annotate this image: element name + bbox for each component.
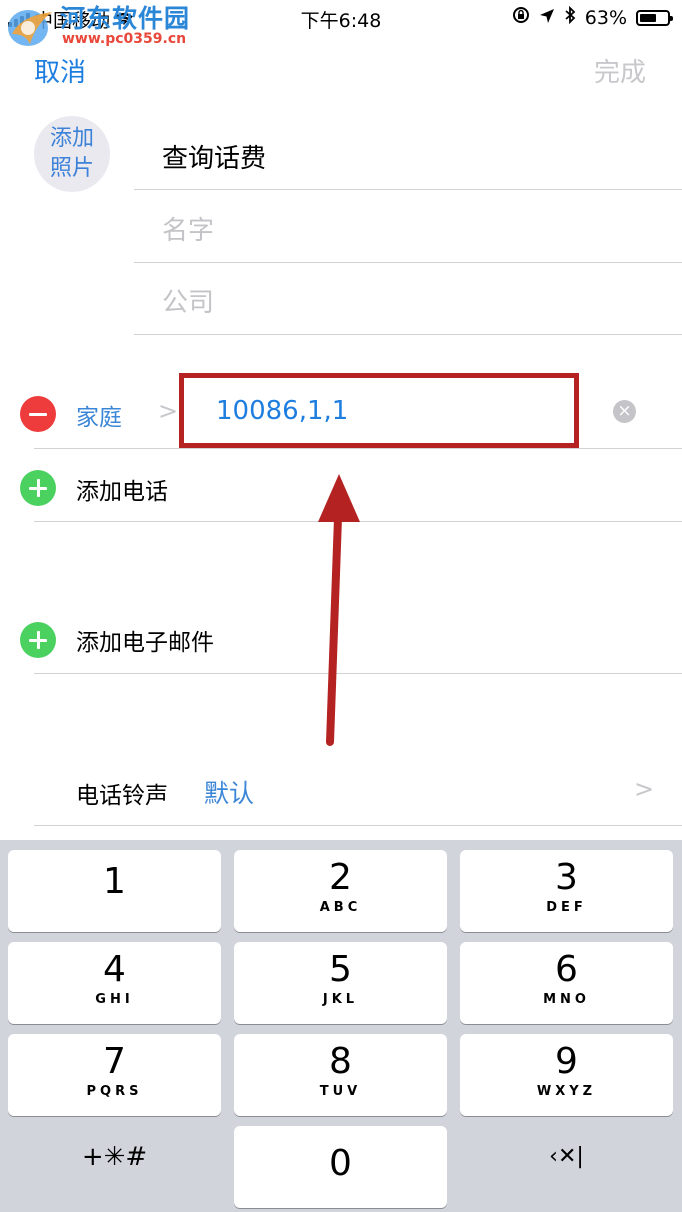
key-digit: 4	[103, 949, 126, 990]
annotation-highlight-box	[179, 373, 579, 448]
key-digit: 0	[329, 1143, 352, 1184]
numeric-keypad: +✳# ‹✕| 1 2 ABC 3 DEF 4 GHI 5 JKL 6 MNO 7 PQRS 8 TUV 9 W…	[0, 840, 682, 1212]
annotation-arrow-icon	[318, 474, 360, 746]
cancel-button[interactable]: 取消	[34, 52, 86, 89]
watermark-name: 河东软件园	[60, 3, 191, 33]
key-letters: DEF	[546, 900, 587, 915]
key-7[interactable]: 7 PQRS	[8, 1034, 221, 1116]
add-photo-button[interactable]: 添加 照片	[34, 116, 110, 192]
key-digit: 2	[329, 857, 352, 898]
add-photo-line1: 添加	[49, 126, 94, 152]
watermark-url: www.pc0359.cn	[62, 31, 187, 48]
key-9[interactable]: 9 WXYZ	[460, 1034, 673, 1116]
ringtone-value[interactable]: 默认	[204, 774, 254, 810]
divider	[134, 189, 682, 190]
divider	[34, 825, 682, 826]
divider	[134, 334, 682, 335]
key-digit: 1	[103, 861, 126, 902]
bluetooth-icon	[564, 5, 576, 29]
key-8[interactable]: 8 TUV	[234, 1034, 447, 1116]
add-phone-row[interactable]: 添加电话	[76, 472, 168, 506]
key-1[interactable]: 1	[8, 850, 221, 932]
add-email-icon[interactable]	[20, 622, 56, 658]
key-digit: 8	[329, 1041, 352, 1082]
key-letters: MNO	[543, 992, 590, 1007]
phone-label[interactable]: 家庭	[76, 398, 122, 432]
ringtone-label[interactable]: 电话铃声	[76, 776, 168, 810]
delete-phone-button[interactable]	[20, 396, 56, 432]
key-2[interactable]: 2 ABC	[234, 850, 447, 932]
company-field[interactable]: 公司	[162, 282, 214, 319]
key-5[interactable]: 5 JKL	[234, 942, 447, 1024]
key-digit: 7	[103, 1041, 126, 1082]
key-letters: TUV	[319, 1084, 362, 1099]
delete-key-icon[interactable]: ‹✕|	[460, 1116, 673, 1198]
key-letters: JKL	[322, 992, 359, 1007]
clear-text-icon[interactable]: ×	[613, 400, 636, 423]
chevron-right-icon: >	[158, 397, 179, 425]
add-email-row[interactable]: 添加电子邮件	[76, 623, 214, 657]
first-name-field[interactable]: 名字	[162, 210, 214, 247]
surname-field[interactable]: 查询话费	[162, 138, 266, 175]
key-letters: WXYZ	[536, 1084, 597, 1099]
key-digit: 5	[329, 949, 352, 990]
key-3[interactable]: 3 DEF	[460, 850, 673, 932]
key-letters: GHI	[95, 992, 134, 1007]
key-digit: 6	[555, 949, 578, 990]
key-letters: ABC	[319, 900, 362, 915]
chevron-right-icon: >	[634, 775, 655, 803]
key-digit: 9	[555, 1041, 578, 1082]
add-photo-line2: 照片	[49, 156, 94, 181]
orientation-lock-icon	[512, 6, 530, 29]
status-right: 63%	[512, 5, 673, 29]
key-digit: 3	[555, 857, 578, 898]
symbols-key[interactable]: +✳#	[8, 1116, 221, 1198]
key-4[interactable]: 4 GHI	[8, 942, 221, 1024]
battery-icon	[636, 9, 673, 26]
watermark-logo-icon	[8, 10, 52, 46]
divider	[34, 448, 682, 449]
battery-percent: 63%	[584, 6, 627, 29]
watermark: 河东软件园 www.pc0359.cn	[4, 4, 190, 48]
done-button[interactable]: 完成	[594, 52, 646, 89]
key-6[interactable]: 6 MNO	[460, 942, 673, 1024]
key-0[interactable]: 0	[234, 1126, 447, 1208]
divider	[134, 262, 682, 263]
key-letters: PQRS	[86, 1084, 143, 1099]
add-phone-icon[interactable]	[20, 470, 56, 506]
location-icon	[539, 7, 555, 29]
